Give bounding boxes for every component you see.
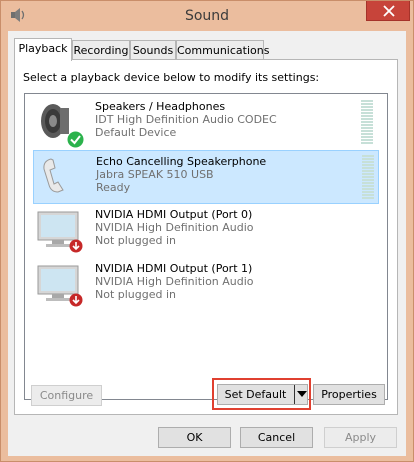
window-title: Sound bbox=[184, 8, 230, 24]
unplugged-icon bbox=[69, 239, 83, 256]
device-driver: NVIDIA High Definition Audio bbox=[95, 275, 254, 288]
device-speakers-headphones[interactable]: Speakers / Headphones IDT High Definitio… bbox=[33, 96, 379, 150]
ok-button[interactable]: OK bbox=[158, 427, 231, 448]
device-name: NVIDIA HDMI Output (Port 1) bbox=[95, 262, 253, 275]
device-name: NVIDIA HDMI Output (Port 0) bbox=[95, 208, 253, 221]
device-name: Speakers / Headphones bbox=[95, 100, 226, 113]
unplugged-icon bbox=[69, 293, 83, 310]
default-check-icon bbox=[67, 131, 84, 151]
dialog-client-area: Playback Recording Sounds Communications… bbox=[8, 31, 406, 456]
configure-button[interactable]: Configure bbox=[31, 385, 102, 406]
instruction-text: Select a playback device below to modify… bbox=[23, 71, 320, 84]
device-list[interactable]: Speakers / Headphones IDT High Definitio… bbox=[24, 93, 388, 400]
close-icon bbox=[383, 5, 395, 17]
volume-meter bbox=[361, 100, 373, 146]
device-driver: Jabra SPEAK 510 USB bbox=[96, 168, 214, 181]
device-nvidia-hdmi-port-1[interactable]: NVIDIA HDMI Output (Port 1) NVIDIA High … bbox=[33, 258, 379, 312]
sound-dialog: Sound Playback Recording Sounds Communic… bbox=[0, 0, 414, 462]
device-nvidia-hdmi-port-0[interactable]: NVIDIA HDMI Output (Port 0) NVIDIA High … bbox=[33, 204, 379, 258]
set-default-label: Set Default bbox=[224, 388, 287, 401]
tab-sounds[interactable]: Sounds bbox=[130, 40, 176, 60]
tab-playback[interactable]: Playback bbox=[14, 38, 72, 61]
device-driver: NVIDIA High Definition Audio bbox=[95, 221, 254, 234]
properties-button[interactable]: Properties bbox=[313, 384, 385, 405]
device-status: Ready bbox=[96, 181, 131, 194]
cancel-button[interactable]: Cancel bbox=[240, 427, 313, 448]
device-driver: IDT High Definition Audio CODEC bbox=[95, 113, 277, 126]
apply-button[interactable]: Apply bbox=[324, 427, 397, 448]
device-status: Not plugged in bbox=[95, 288, 177, 301]
close-button[interactable] bbox=[366, 1, 410, 21]
tab-communications[interactable]: Communications bbox=[176, 40, 269, 60]
set-default-button[interactable]: Set Default bbox=[217, 384, 308, 405]
dialog-footer: OK Cancel Apply bbox=[8, 415, 406, 456]
device-status: Default Device bbox=[95, 126, 177, 139]
device-echo-cancelling-speakerphone[interactable]: Echo Cancelling Speakerphone Jabra SPEAK… bbox=[33, 150, 379, 204]
tab-recording[interactable]: Recording bbox=[72, 40, 130, 60]
volume-meter bbox=[362, 155, 374, 201]
device-status: Not plugged in bbox=[95, 234, 177, 247]
device-name: Echo Cancelling Speakerphone bbox=[96, 155, 267, 168]
chevron-down-icon bbox=[297, 391, 307, 397]
set-default-dropdown[interactable] bbox=[294, 385, 308, 404]
speakerphone-icon bbox=[37, 155, 83, 201]
title-bar: Sound bbox=[1, 1, 413, 31]
